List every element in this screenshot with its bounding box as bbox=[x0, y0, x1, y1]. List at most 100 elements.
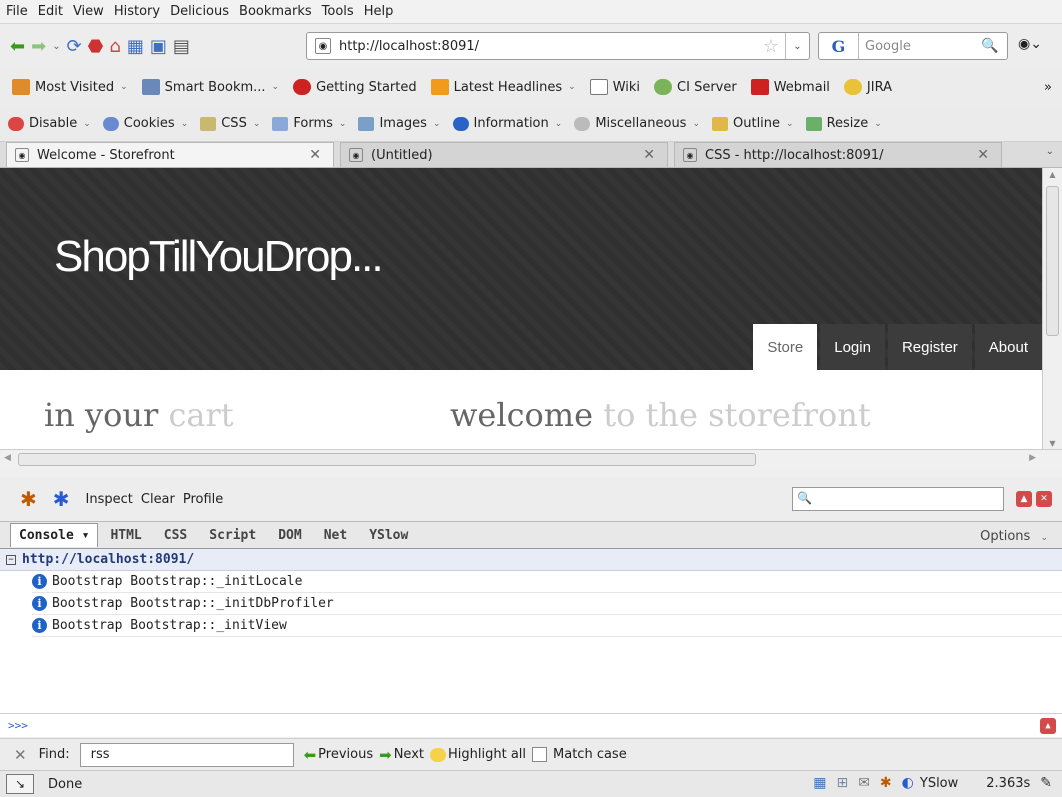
nav-store[interactable]: Store bbox=[753, 324, 818, 370]
history-dropdown-icon[interactable]: ⌄ bbox=[52, 41, 60, 52]
tab-script[interactable]: Script bbox=[209, 528, 256, 543]
command-line[interactable]: >>> ▲ bbox=[0, 713, 1062, 737]
yslow-label[interactable]: YSlow bbox=[920, 776, 958, 791]
tab-untitled[interactable]: ◉ (Untitled) ✕ bbox=[340, 142, 668, 167]
bookmark-webmail[interactable]: Webmail bbox=[750, 79, 830, 95]
tab-close-icon[interactable]: ✕ bbox=[309, 147, 321, 163]
wd-information[interactable]: Information ⌄ bbox=[452, 116, 562, 131]
firebug-status-icon[interactable]: ✱ bbox=[880, 775, 892, 791]
scroll-left-icon[interactable]: ◀ bbox=[4, 453, 11, 463]
nav-about[interactable]: About bbox=[974, 324, 1042, 370]
bookmarks-overflow-icon[interactable]: » bbox=[1044, 80, 1052, 95]
site-logo[interactable]: ShopTillYouDrop... bbox=[54, 232, 384, 282]
bookmark-smart-bookmarks[interactable]: Smart Bookm... ⌄ bbox=[141, 79, 279, 95]
reload-icon[interactable]: ⟳ bbox=[67, 36, 82, 57]
tab-list-dropdown-icon[interactable]: ⌄ bbox=[1046, 146, 1054, 157]
jira-icon bbox=[843, 79, 862, 95]
menu-tools[interactable]: Tools bbox=[322, 4, 354, 19]
find-close-icon[interactable]: ✕ bbox=[14, 746, 27, 764]
inspect-button[interactable]: Inspect bbox=[86, 492, 133, 507]
wd-disable[interactable]: Disable ⌄ bbox=[8, 116, 91, 131]
bookmark-jira[interactable]: JIRA bbox=[843, 79, 892, 95]
url-dropdown-icon[interactable]: ⌄ bbox=[785, 33, 809, 59]
forward-button-icon[interactable]: ➡ bbox=[31, 36, 46, 57]
wd-miscellaneous[interactable]: Miscellaneous ⌄ bbox=[574, 116, 700, 131]
bookmark-window-icon[interactable]: ▦ bbox=[127, 36, 144, 57]
find-input[interactable]: rss bbox=[79, 742, 294, 767]
search-magnifier-icon[interactable]: 🔍 bbox=[981, 38, 1007, 54]
home-icon[interactable]: ⌂ bbox=[109, 36, 120, 57]
menu-history[interactable]: History bbox=[114, 4, 160, 19]
stop-icon[interactable]: ⬣ bbox=[88, 36, 104, 57]
scroll-right-icon[interactable]: ▶ bbox=[1029, 453, 1036, 463]
wd-outline[interactable]: Outline ⌄ bbox=[712, 116, 794, 131]
tab-html[interactable]: HTML bbox=[110, 528, 141, 543]
match-case-checkbox[interactable]: Match case bbox=[532, 747, 627, 762]
tab-console[interactable]: Console ▾ bbox=[10, 523, 99, 547]
page-favicon-icon: ◉ bbox=[683, 148, 697, 162]
menu-file[interactable]: File bbox=[6, 4, 28, 19]
tab-yslow[interactable]: YSlow bbox=[369, 528, 408, 543]
nav-login[interactable]: Login bbox=[820, 324, 885, 370]
menu-view[interactable]: View bbox=[73, 4, 104, 19]
status-text: Done bbox=[48, 776, 83, 792]
bookmark-latest-headlines[interactable]: Latest Headlines ⌄ bbox=[430, 79, 576, 95]
highlight-all-button[interactable]: Highlight all bbox=[430, 747, 526, 762]
back-button-icon[interactable]: ⬅ bbox=[10, 36, 25, 57]
tab-dom[interactable]: DOM bbox=[278, 528, 301, 543]
command-prompt: >>> bbox=[8, 719, 28, 732]
bookmark-star-icon[interactable]: ☆ bbox=[763, 36, 779, 57]
wd-images[interactable]: Images ⌄ bbox=[358, 116, 441, 131]
hscroll-thumb[interactable] bbox=[18, 453, 756, 466]
search-box[interactable]: G Google 🔍 bbox=[818, 32, 1008, 60]
inspect-bug-icon[interactable]: ✱ bbox=[53, 487, 70, 511]
url-bar[interactable]: ◉ http://localhost:8091/ ☆ ⌄ bbox=[306, 32, 810, 60]
tab-welcome-storefront[interactable]: ◉ Welcome - Storefront ✕ bbox=[6, 142, 334, 167]
window-icon[interactable]: ▦ bbox=[813, 775, 826, 791]
firebug-search-input[interactable]: 🔍 bbox=[792, 487, 1004, 511]
sidebar-toggle-icon[interactable]: ▣ bbox=[150, 36, 167, 57]
minimize-icon[interactable]: ▲ bbox=[1016, 491, 1032, 507]
expand-command-icon[interactable]: ▲ bbox=[1040, 718, 1056, 734]
tab-close-icon[interactable]: ✕ bbox=[643, 147, 655, 163]
menu-delicious[interactable]: Delicious bbox=[170, 4, 229, 19]
console-group[interactable]: − http://localhost:8091/ bbox=[0, 549, 1062, 571]
bookmark-most-visited[interactable]: Most Visited ⌄ bbox=[12, 79, 128, 95]
grid-icon[interactable]: ⊞ bbox=[836, 775, 848, 791]
bookmark-wiki[interactable]: Wiki bbox=[589, 79, 640, 95]
wd-forms[interactable]: Forms ⌄ bbox=[272, 116, 346, 131]
menu-help[interactable]: Help bbox=[364, 4, 394, 19]
edit-note-icon[interactable]: ✎ bbox=[1040, 775, 1052, 791]
firebug-icon[interactable]: ✱ bbox=[20, 487, 37, 511]
yslow-icon[interactable]: ◐ bbox=[902, 775, 914, 791]
page-horizontal-scrollbar[interactable]: ◀ ▶ bbox=[0, 449, 1062, 469]
options-menu[interactable]: Options ⌄ bbox=[980, 529, 1048, 544]
collapse-toggle-icon[interactable]: − bbox=[6, 554, 16, 565]
close-icon[interactable]: ✕ bbox=[1036, 491, 1052, 507]
bookmark-getting-started[interactable]: Getting Started bbox=[293, 79, 417, 95]
find-previous-button[interactable]: ⬅ Previous bbox=[304, 746, 374, 764]
search-engine-google-icon[interactable]: G bbox=[819, 33, 859, 59]
addon-menu-icon[interactable]: ◉⌄ bbox=[1018, 36, 1042, 52]
tab-net[interactable]: Net bbox=[324, 528, 347, 543]
wd-css[interactable]: CSS ⌄ bbox=[200, 116, 260, 131]
page-vertical-scrollbar[interactable]: ▲ ▼ bbox=[1042, 168, 1062, 455]
menu-bookmarks[interactable]: Bookmarks bbox=[239, 4, 312, 19]
resize-icon bbox=[805, 116, 822, 131]
profile-button[interactable]: Profile bbox=[183, 492, 223, 507]
bookmark-ci-server[interactable]: CI Server bbox=[654, 79, 737, 95]
status-arrow-icon: ↘ bbox=[6, 774, 34, 794]
clear-button[interactable]: Clear bbox=[141, 492, 175, 507]
print-icon[interactable]: ▤ bbox=[173, 36, 190, 57]
menu-edit[interactable]: Edit bbox=[38, 4, 63, 19]
tab-css-panel[interactable]: CSS bbox=[164, 528, 187, 543]
tab-css[interactable]: ◉ CSS - http://localhost:8091/ ✕ bbox=[674, 142, 1002, 167]
nav-register[interactable]: Register bbox=[887, 324, 972, 370]
wd-resize[interactable]: Resize ⌄ bbox=[805, 116, 882, 131]
tab-close-icon[interactable]: ✕ bbox=[977, 147, 989, 163]
wd-cookies[interactable]: Cookies ⌄ bbox=[102, 116, 188, 131]
scroll-up-icon[interactable]: ▲ bbox=[1046, 170, 1059, 182]
find-next-button[interactable]: ➡ Next bbox=[379, 746, 424, 764]
mail-icon[interactable]: ✉ bbox=[858, 775, 870, 791]
scroll-thumb[interactable] bbox=[1046, 186, 1059, 336]
